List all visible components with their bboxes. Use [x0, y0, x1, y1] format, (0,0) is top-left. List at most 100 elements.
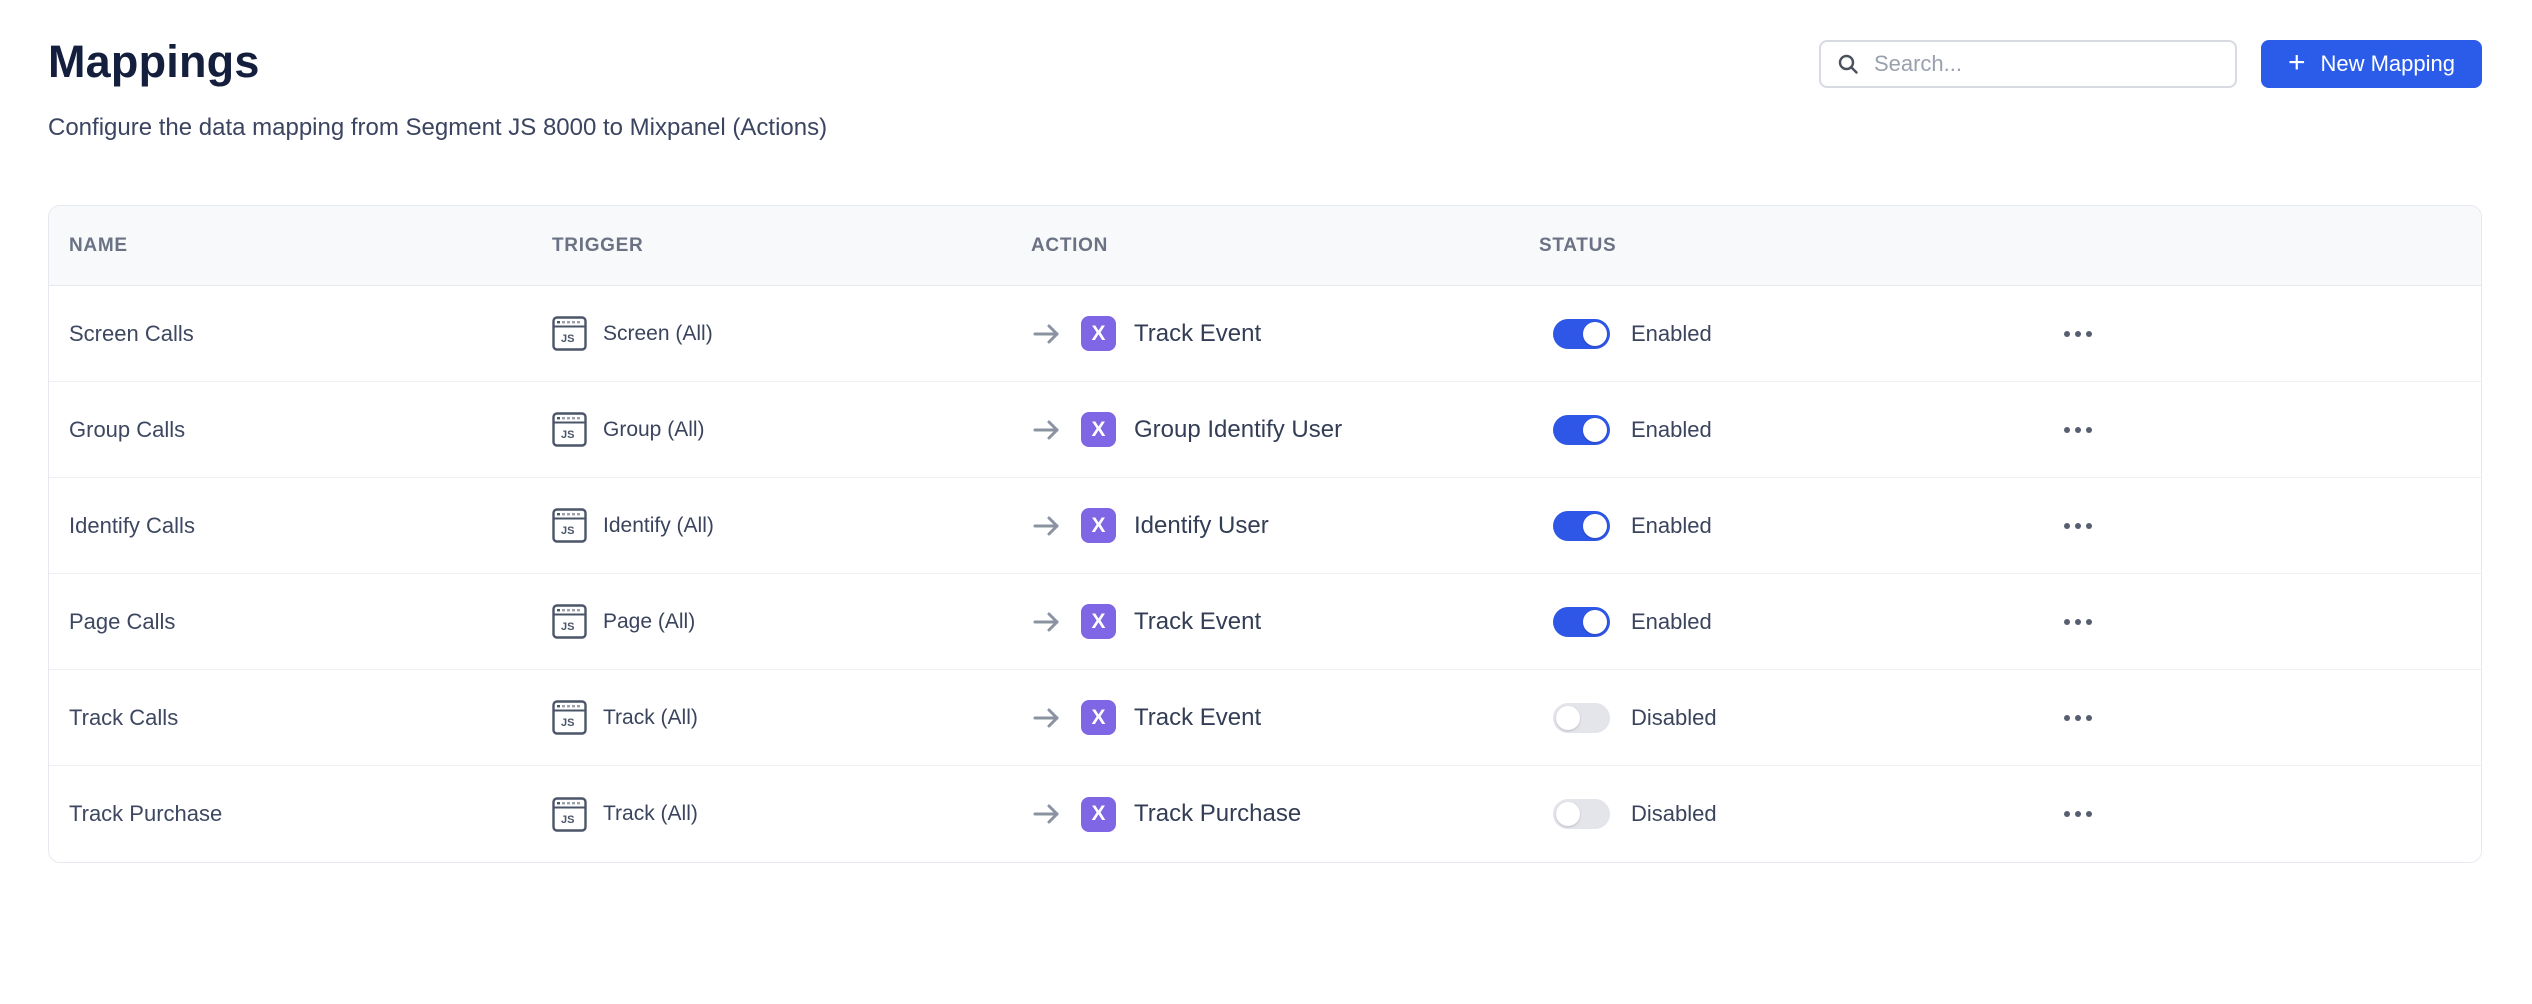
trigger-label: Page (All)	[603, 610, 695, 634]
js-source-window-icon: JS	[552, 508, 587, 543]
row-menu-button[interactable]	[2060, 323, 2096, 345]
header-controls: + New Mapping	[1819, 40, 2482, 88]
mapping-name: Track Purchase	[69, 801, 552, 827]
status-cell: Disabled	[1511, 703, 2038, 733]
js-source-window-icon: JS	[552, 412, 587, 447]
trigger-label: Track (All)	[603, 802, 698, 826]
status-cell: Enabled	[1511, 319, 2038, 349]
action-label: Group Identify User	[1134, 416, 1342, 444]
action-cell: X Track Event	[1031, 316, 1511, 351]
action-label: Track Event	[1134, 320, 1261, 348]
search-input[interactable]	[1872, 50, 2219, 78]
toggle-knob	[1583, 322, 1607, 346]
menu-cell	[2038, 803, 2481, 825]
ellipsis-icon	[2064, 331, 2070, 337]
mapping-name: Screen Calls	[69, 321, 552, 347]
status-label: Enabled	[1631, 513, 1712, 539]
mapping-name: Page Calls	[69, 609, 552, 635]
arrow-right-icon	[1031, 801, 1063, 827]
table-row[interactable]: Track Purchase JS Track (All) X Track Pu…	[49, 766, 2481, 862]
mappings-table: NAME TRIGGER ACTION STATUS Screen Calls …	[48, 205, 2482, 863]
status-toggle[interactable]	[1553, 607, 1610, 637]
status-cell: Enabled	[1511, 607, 2038, 637]
row-menu-button[interactable]	[2060, 611, 2096, 633]
table-header-row: NAME TRIGGER ACTION STATUS	[49, 206, 2481, 286]
js-source-window-icon: JS	[552, 316, 587, 351]
status-toggle[interactable]	[1553, 415, 1610, 445]
table-row[interactable]: Group Calls JS Group (All) X Group Ident…	[49, 382, 2481, 478]
ellipsis-icon	[2064, 427, 2070, 433]
search-icon	[1837, 53, 1859, 75]
menu-cell	[2038, 707, 2481, 729]
svg-text:JS: JS	[561, 621, 574, 633]
mapping-name: Track Calls	[69, 705, 552, 731]
row-menu-button[interactable]	[2060, 515, 2096, 537]
status-label: Enabled	[1631, 417, 1712, 443]
column-header-action: ACTION	[1031, 235, 1511, 257]
menu-cell	[2038, 323, 2481, 345]
arrow-right-icon	[1031, 609, 1063, 635]
arrow-right-icon	[1031, 705, 1063, 731]
toggle-knob	[1556, 706, 1580, 730]
svg-text:JS: JS	[561, 717, 574, 729]
toggle-knob	[1556, 802, 1580, 826]
action-cell: X Track Event	[1031, 700, 1511, 735]
status-cell: Enabled	[1511, 511, 2038, 541]
action-label: Track Event	[1134, 608, 1261, 636]
status-toggle[interactable]	[1553, 319, 1610, 349]
row-menu-button[interactable]	[2060, 803, 2096, 825]
page-header: Mappings Configure the data mapping from…	[0, 0, 2532, 142]
page-title: Mappings	[48, 36, 827, 88]
status-label: Disabled	[1631, 801, 1717, 827]
status-label: Disabled	[1631, 705, 1717, 731]
row-menu-button[interactable]	[2060, 419, 2096, 441]
table-row[interactable]: Page Calls JS Page (All) X Track Event	[49, 574, 2481, 670]
page-header-left: Mappings Configure the data mapping from…	[48, 36, 827, 142]
status-toggle[interactable]	[1553, 703, 1610, 733]
status-label: Enabled	[1631, 609, 1712, 635]
toggle-knob	[1583, 418, 1607, 442]
trigger-label: Screen (All)	[603, 322, 713, 346]
trigger-cell: JS Identify (All)	[552, 508, 1031, 543]
toggle-knob	[1583, 514, 1607, 538]
js-source-window-icon: JS	[552, 604, 587, 639]
ellipsis-icon	[2064, 715, 2070, 721]
trigger-cell: JS Screen (All)	[552, 316, 1031, 351]
table-row[interactable]: Track Calls JS Track (All) X Track Event	[49, 670, 2481, 766]
row-menu-button[interactable]	[2060, 707, 2096, 729]
mixpanel-icon: X	[1081, 316, 1116, 351]
ellipsis-icon	[2064, 523, 2070, 529]
table-row[interactable]: Identify Calls JS Identify (All) X Ident…	[49, 478, 2481, 574]
mixpanel-icon: X	[1081, 700, 1116, 735]
mapping-name: Identify Calls	[69, 513, 552, 539]
plus-icon: +	[2288, 48, 2306, 78]
svg-text:JS: JS	[561, 333, 574, 345]
search-box	[1819, 40, 2237, 88]
trigger-label: Identify (All)	[603, 514, 714, 538]
column-header-name: NAME	[69, 235, 552, 257]
arrow-right-icon	[1031, 417, 1063, 443]
svg-text:JS: JS	[561, 429, 574, 441]
status-cell: Enabled	[1511, 415, 2038, 445]
trigger-label: Group (All)	[603, 418, 705, 442]
page-subtitle: Configure the data mapping from Segment …	[48, 114, 827, 142]
action-cell: X Track Event	[1031, 604, 1511, 639]
menu-cell	[2038, 419, 2481, 441]
status-toggle[interactable]	[1553, 799, 1610, 829]
action-label: Track Event	[1134, 704, 1261, 732]
svg-text:JS: JS	[561, 525, 574, 537]
mixpanel-icon: X	[1081, 412, 1116, 447]
action-cell: X Group Identify User	[1031, 412, 1511, 447]
mixpanel-icon: X	[1081, 604, 1116, 639]
trigger-cell: JS Page (All)	[552, 604, 1031, 639]
toggle-knob	[1583, 610, 1607, 634]
menu-cell	[2038, 611, 2481, 633]
trigger-label: Track (All)	[603, 706, 698, 730]
js-source-window-icon: JS	[552, 797, 587, 832]
status-toggle[interactable]	[1553, 511, 1610, 541]
action-cell: X Track Purchase	[1031, 797, 1511, 832]
status-label: Enabled	[1631, 321, 1712, 347]
new-mapping-button[interactable]: + New Mapping	[2261, 40, 2482, 88]
table-row[interactable]: Screen Calls JS Screen (All) X Track Eve…	[49, 286, 2481, 382]
arrow-right-icon	[1031, 321, 1063, 347]
